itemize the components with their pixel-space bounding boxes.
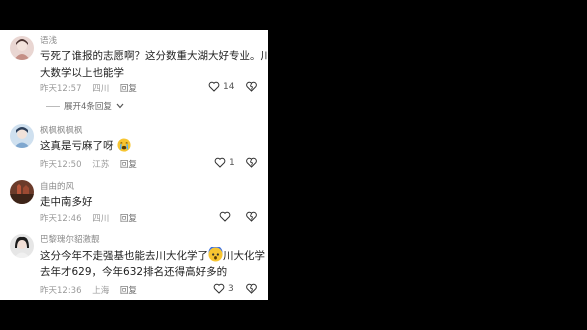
heart-icon — [219, 211, 231, 222]
comment-text-line: 亏死了谁报的志愿啊？这分数重大湖大好专业。川 — [40, 50, 268, 62]
like-count: 1 — [229, 157, 235, 168]
dislike-icon[interactable] — [246, 81, 257, 92]
reply-button[interactable]: 回复 — [120, 84, 137, 94]
avatar[interactable] — [10, 180, 34, 204]
comment-time: 昨天12:57 — [40, 84, 82, 94]
comment-time: 昨天12:50 — [40, 160, 82, 170]
like-button[interactable] — [219, 211, 234, 222]
comment-text-content: 川大化学 — [223, 250, 265, 262]
reply-button[interactable]: 回复 — [120, 160, 137, 170]
comment-meta: 昨天12:50 江苏 回复 — [40, 158, 145, 170]
comment-text-line: 这分今年不走强基也能去川大化学了 川大化学 — [40, 247, 265, 265]
reply-button[interactable]: 回复 — [120, 286, 137, 296]
comment-time: 昨天12:46 — [40, 214, 82, 224]
like-count: 14 — [223, 81, 235, 92]
username[interactable]: 枫枫枫枫枫 — [40, 124, 83, 136]
username[interactable]: 巴黎瑰尔貂激靓 — [40, 233, 100, 245]
dislike-icon[interactable] — [246, 211, 257, 222]
heart-icon — [214, 157, 226, 168]
comment-text-line: 大数学以上也能学 — [40, 67, 124, 79]
reply-button[interactable]: 回复 — [120, 214, 137, 224]
divider — [46, 105, 60, 107]
expand-replies-label: 展开4条回复 — [64, 102, 112, 112]
like-button[interactable]: 14 — [208, 81, 234, 92]
expand-replies-button[interactable]: 展开4条回复 — [40, 100, 124, 112]
comment-text-content: 这真是亏麻了呀 — [40, 140, 114, 152]
comment-list: 语浅 亏死了谁报的志愿啊？这分数重大湖大好专业。川 大数学以上也能学 昨天12:… — [0, 30, 268, 300]
comment-time: 昨天12:36 — [40, 286, 82, 296]
comment-location: 上海 — [92, 286, 110, 296]
comment-text-content: 这分今年不走强基也能去川大化学了 — [40, 250, 208, 262]
comment-meta: 昨天12:57 四川 回复 — [40, 82, 145, 94]
comment-text: 这真是亏麻了呀 — [40, 138, 131, 155]
comment-location: 四川 — [92, 84, 110, 94]
heart-icon — [213, 283, 225, 294]
comment-meta: 昨天12:36 上海 回复 — [40, 284, 145, 296]
avatar[interactable] — [10, 234, 34, 258]
like-count: 3 — [228, 283, 234, 294]
comment-location: 四川 — [92, 214, 110, 224]
like-button[interactable]: 1 — [214, 157, 235, 168]
crying-emoji-icon — [117, 138, 131, 152]
comment-meta: 昨天12:46 四川 回复 — [40, 212, 145, 224]
avatar[interactable] — [10, 36, 34, 60]
dislike-icon[interactable] — [246, 283, 257, 294]
comment-text-line: 去年才629，今年632排名还得高好多的 — [40, 266, 228, 278]
comment-text: 走中南多好 — [40, 196, 93, 208]
username[interactable]: 语浅 — [40, 34, 57, 46]
dislike-icon[interactable] — [246, 157, 257, 168]
chevron-down-icon — [116, 103, 124, 109]
username[interactable]: 自由的风 — [40, 180, 74, 192]
heart-icon — [208, 81, 220, 92]
avatar[interactable] — [10, 124, 34, 148]
like-button[interactable]: 3 — [213, 283, 234, 294]
comment-location: 江苏 — [92, 160, 110, 170]
shocked-emoji-icon — [208, 247, 223, 262]
